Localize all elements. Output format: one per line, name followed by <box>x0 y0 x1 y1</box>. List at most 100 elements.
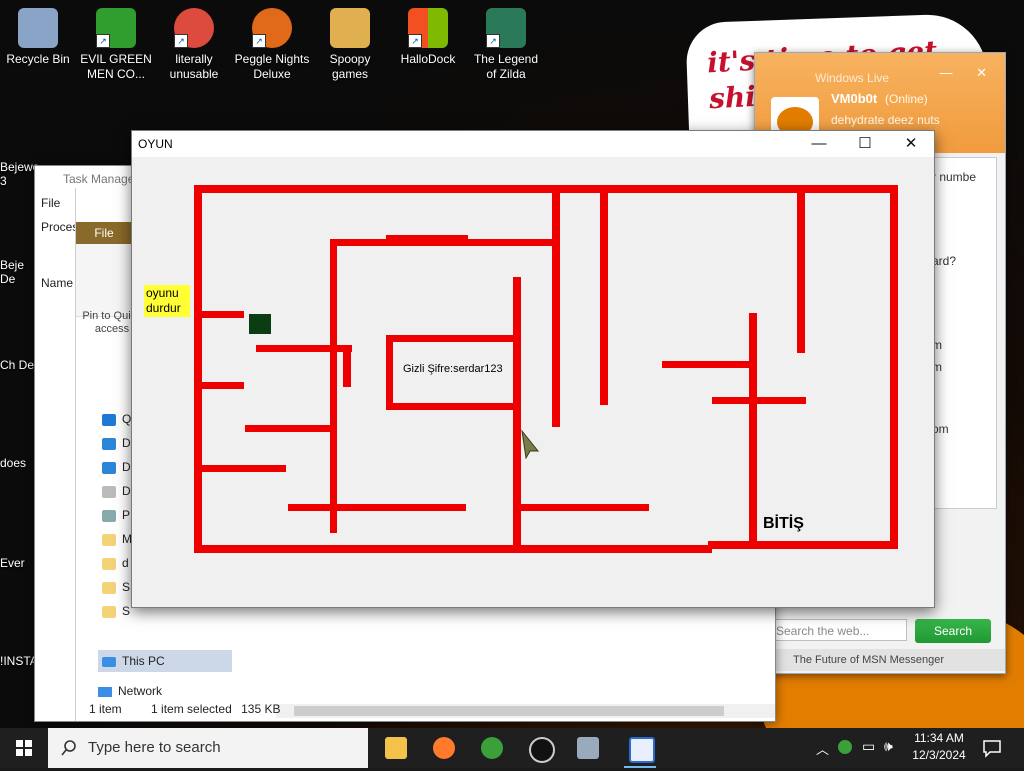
close-button[interactable]: ✕ <box>888 131 934 157</box>
folder-icon <box>102 581 116 594</box>
download-icon <box>102 461 116 474</box>
desktop-icon-chrome[interactable]: ↗ literally unusable <box>156 8 232 82</box>
msn-title: Windows Live <box>815 71 890 85</box>
task-manager-title: Task Manager <box>63 172 139 186</box>
firefox-icon <box>433 737 455 759</box>
maze-wall <box>513 277 521 553</box>
desktop-icon-label: Spoopy games <box>329 52 371 81</box>
maze-wall <box>194 382 244 389</box>
maximize-button[interactable]: ☐ <box>842 131 888 157</box>
msn-search-input[interactable]: Search the web... <box>771 619 907 641</box>
desktop-icon-label: literally unusable <box>169 52 219 81</box>
desktop-icon-recycle-bin[interactable]: Recycle Bin <box>0 8 76 67</box>
msn-status[interactable]: (Online) <box>885 92 928 106</box>
msn-text-fragment: r numbe <box>932 170 977 184</box>
folder-icon <box>102 557 116 570</box>
msn-footer: The Future of MSN Messenger <box>755 649 1005 671</box>
peggle-icon: ↗ <box>252 8 292 48</box>
maze-wall <box>194 545 712 553</box>
maze-wall <box>890 185 898 549</box>
msn-people-icon: ↗ <box>96 8 136 48</box>
taskbar-firefox[interactable] <box>420 728 468 768</box>
status-size: 135 KB <box>241 702 281 716</box>
explorer-status-bar: 1 item 1 item selected 135 KB <box>89 702 280 716</box>
taskbar: Type here to search ︿ ▭ 🕪 11:34 AM 12/3/… <box>0 728 1024 768</box>
msn-personal-message[interactable]: dehydrate deez nuts <box>831 113 940 127</box>
network-icon[interactable]: ▭ <box>862 738 875 755</box>
player-square[interactable] <box>249 314 271 334</box>
folder-icon <box>102 605 116 618</box>
maze-wall <box>600 187 608 405</box>
folder-icon <box>102 533 116 546</box>
app-circle-icon <box>529 737 555 763</box>
chevron-up-icon[interactable]: ︿ <box>816 739 829 758</box>
taskbar-clock[interactable]: 11:34 AM 12/3/2024 <box>904 730 974 764</box>
msn-window-controls[interactable]: — ✕ <box>939 65 997 81</box>
msn-username[interactable]: VM0b0t <box>831 91 877 106</box>
desktop-icon-hallodock[interactable]: ↗ HalloDock <box>390 8 466 67</box>
desktop-icon-label: HalloDock <box>400 52 456 66</box>
secret-password-label: Gizli Şifre:serdar123 <box>403 363 503 375</box>
star-icon <box>102 413 116 426</box>
cursor-icon <box>521 429 540 459</box>
taskbar-msn[interactable] <box>468 728 516 768</box>
folder-icon <box>330 8 370 48</box>
search-icon <box>61 740 76 756</box>
msn-search-button[interactable]: Search <box>915 619 991 643</box>
msn-text-fragment: ard? <box>932 254 957 268</box>
desktop-icon-peggle[interactable]: ↗ Peggle Nights Deluxe <box>234 8 310 82</box>
clock-date: 12/3/2024 <box>912 748 966 762</box>
maze-wall <box>256 345 352 352</box>
maze-wall <box>521 504 649 511</box>
maze-wall <box>386 335 393 410</box>
taskbar-app[interactable] <box>516 728 564 768</box>
task-manager-processes-tab[interactable]: Proces <box>41 220 78 234</box>
tree-item-this-pc[interactable]: This PC <box>98 650 232 672</box>
task-manager-file-menu[interactable]: File <box>41 196 60 210</box>
taskbar-search-input[interactable]: Type here to search <box>48 728 368 768</box>
desktop-icon <box>102 437 116 450</box>
minimize-button[interactable]: — <box>796 131 842 157</box>
taskbar-game-window[interactable] <box>616 728 664 768</box>
taskbar-file-explorer[interactable] <box>372 728 420 768</box>
desktop-icon-label: Peggle Nights Deluxe <box>234 52 310 81</box>
desktop-icon-evil-green-men[interactable]: ↗ EVIL GREEN MEN CO... <box>78 8 154 82</box>
maze-wall <box>749 313 757 549</box>
maze-wall <box>712 397 806 404</box>
maze-wall <box>194 185 898 193</box>
start-button[interactable] <box>0 728 48 768</box>
desktop-icon-zilda[interactable]: ↗ The Legend of Zilda <box>468 8 544 82</box>
notification-icon[interactable] <box>980 736 1004 760</box>
explorer-file-tab[interactable]: File <box>76 222 132 244</box>
chrome-icon: ↗ <box>174 8 214 48</box>
msn-tray-icon[interactable] <box>838 740 852 754</box>
window-app-icon <box>629 737 655 763</box>
maze-wall <box>343 345 351 387</box>
maze-wall <box>552 187 560 427</box>
maze-wall <box>662 361 752 368</box>
taskbar-search-placeholder: Type here to search <box>88 739 221 756</box>
maze-wall <box>386 235 468 241</box>
maze-wall <box>288 504 466 511</box>
desktop-icon-spoopy-games[interactable]: Spoopy games <box>312 8 388 82</box>
pause-button[interactable]: oyunu durdur <box>144 285 190 317</box>
tree-item-network[interactable]: Network <box>98 684 162 698</box>
game-character-icon: ↗ <box>486 8 526 48</box>
volume-icon[interactable]: 🕪 <box>884 738 893 755</box>
status-selected: 1 item selected <box>151 702 232 716</box>
horizontal-scrollbar[interactable] <box>276 704 775 718</box>
clock-time: 11:34 AM <box>914 731 964 745</box>
task-manager-name-column[interactable]: Name <box>41 276 73 290</box>
scrollbar-thumb[interactable] <box>294 706 724 716</box>
maze-wall <box>386 403 516 410</box>
taskbar-task-manager[interactable] <box>564 728 612 768</box>
window-title: OYUN <box>138 137 173 151</box>
desktop-icon-label: The Legend of Zilda <box>473 52 539 81</box>
document-icon <box>102 485 116 498</box>
game-titlebar[interactable]: OYUN — ☐ ✕ <box>132 131 934 157</box>
msn-people-icon <box>481 737 503 759</box>
windows-logo-icon <box>16 740 32 756</box>
maze-area[interactable]: oyunu durdur Gizli Şifre:serdar123 BİTİŞ <box>132 157 934 607</box>
pictures-icon <box>102 509 116 522</box>
desktop-icon-label: Recycle Bin <box>6 52 70 66</box>
